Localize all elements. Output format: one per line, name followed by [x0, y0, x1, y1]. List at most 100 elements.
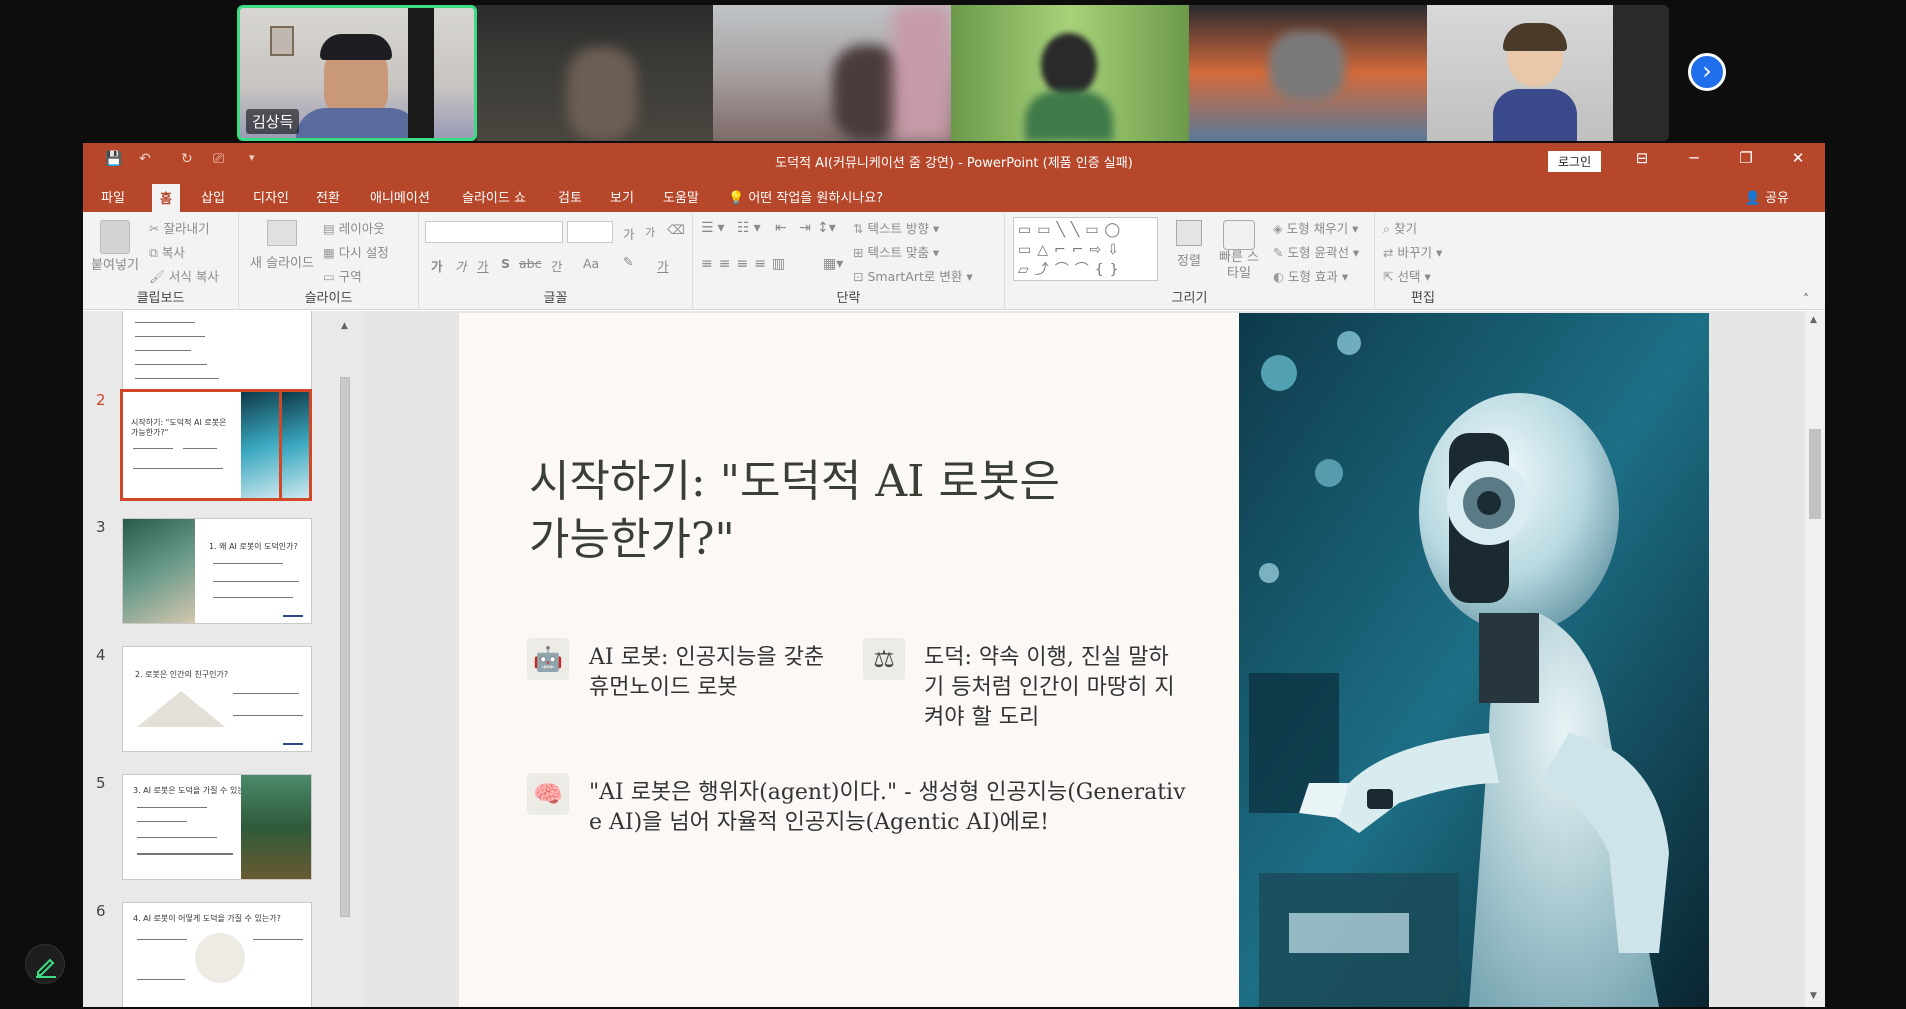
layout-button[interactable]: ▤ 레이아웃	[323, 218, 385, 237]
tab-help[interactable]: 도움말	[663, 187, 699, 206]
slide-thumbnail-3[interactable]: 1. 왜 AI 로봇이 도덕인가?	[122, 518, 312, 624]
shape-fill-button[interactable]: ◈ 도형 채우기 ▾	[1273, 218, 1358, 237]
smartart-button[interactable]: ⊡ SmartArt로 변환 ▾	[853, 266, 973, 285]
video-tile-5[interactable]	[1189, 5, 1427, 141]
powerpoint-window: 💾 ↶ ↻ ⎚ ▾ 도덕적 AI(커뮤니케이션 줌 강연) - PowerPoi…	[83, 143, 1825, 1007]
tab-review[interactable]: 검토	[558, 187, 582, 206]
wall-frame	[270, 26, 294, 56]
scroll-up-icon[interactable]: ▲	[341, 321, 348, 331]
scrollbar-thumb[interactable]	[340, 377, 350, 917]
columns-icon[interactable]: ▦▾	[823, 256, 843, 272]
increase-font-button[interactable]: 가	[623, 224, 635, 243]
paste-button[interactable]: 붙여넣기	[87, 220, 143, 273]
italic-button[interactable]: 가	[455, 256, 467, 275]
login-button[interactable]: 로그인	[1548, 151, 1602, 172]
bold-button[interactable]: 가	[431, 256, 443, 275]
tab-file[interactable]: 파일	[101, 187, 125, 206]
shape-outline-button[interactable]: ✎ 도형 윤곽선 ▾	[1273, 242, 1359, 261]
text-line	[135, 322, 195, 323]
change-case-button[interactable]: Aa	[583, 256, 599, 271]
new-slide-button[interactable]: 새 슬라이드	[245, 220, 319, 271]
slide-thumbnail-5[interactable]: 3. AI 로봇은 도덕을 가질 수 있는가?	[122, 774, 312, 880]
tab-slide-show[interactable]: 슬라이드 쇼	[462, 187, 526, 206]
arrange-button[interactable]: 정렬	[1169, 220, 1209, 269]
strikethrough-icon[interactable]: abc	[519, 256, 541, 271]
align-icons[interactable]: ≡≡≡≡▥	[701, 256, 791, 272]
select-button[interactable]: ⇱ 선택 ▾	[1383, 266, 1431, 285]
char-spacing-button[interactable]: 간	[551, 256, 563, 275]
slide-thumbnail-2[interactable]: 시작하기: "도덕적 AI 로봇은 가능한가?"	[120, 389, 282, 501]
tab-design[interactable]: 디자인	[253, 187, 289, 206]
find-button[interactable]: ⌕ 찾기	[1383, 218, 1417, 237]
text-line	[137, 853, 233, 855]
feature-ai-robot[interactable]: AI 로봇: 인공지능을 갖춘 휴먼노이드 로봇	[589, 643, 839, 703]
thumbnail-scrollbar[interactable]: ▲	[337, 321, 353, 921]
font-name-combo[interactable]	[425, 221, 563, 243]
video-tile-6[interactable]	[1427, 5, 1613, 141]
feature-morality[interactable]: 도덕: 약속 이행, 진실 말하기 등처럼 인간이 마땅히 지켜야 할 도리	[924, 643, 1184, 733]
indent-icons[interactable]: ⇤ ⇥	[775, 220, 815, 236]
tab-animations[interactable]: 애니메이션	[370, 187, 430, 206]
share-button[interactable]: 👤 공유	[1745, 187, 1789, 206]
next-page-button[interactable]: ›	[1688, 53, 1726, 91]
shapes-gallery[interactable]: ▭▭╲╲▭◯ ▭△⌐⌐⇨⇩ ▱⤴⌒⌒{}	[1013, 217, 1158, 281]
replace-button[interactable]: ⇄ 바꾸기 ▾	[1383, 242, 1442, 261]
copy-button[interactable]: ⧉ 복사	[149, 242, 185, 261]
ribbon-display-icon[interactable]: ⊟	[1627, 149, 1657, 167]
pyramid-diagram	[137, 691, 225, 727]
video-tile-3[interactable]	[713, 5, 951, 141]
text-direction-button[interactable]: ⇅ 텍스트 방향 ▾	[853, 218, 939, 237]
bullets-icon[interactable]: ☰▾ ☷▾	[701, 220, 765, 236]
scrollbar-thumb[interactable]	[1809, 429, 1821, 519]
scissors-icon: ✂	[149, 221, 160, 236]
underline-button[interactable]: 가	[477, 256, 489, 275]
text-line	[135, 336, 205, 337]
format-painter-button[interactable]: 🖌 서식 복사	[149, 266, 219, 285]
vertical-scrollbar[interactable]: ▲ ▼	[1805, 311, 1825, 1007]
restore-button[interactable]: ❐	[1731, 149, 1761, 167]
participant-blur	[567, 47, 637, 141]
cut-button[interactable]: ✂ 잘라내기	[149, 218, 209, 237]
group-label: 클립보드	[136, 291, 185, 306]
tab-transitions[interactable]: 전환	[316, 187, 340, 206]
decrease-font-button[interactable]: 가	[645, 224, 655, 240]
collapse-ribbon-icon[interactable]: ˄	[1803, 292, 1809, 306]
clear-format-icon[interactable]: ⌫	[667, 222, 685, 237]
quick-styles-button[interactable]: 빠른 스타일	[1215, 220, 1263, 282]
feature-agent[interactable]: "AI 로봇은 행위자(agent)이다." - 생성형 인공지능(Genera…	[589, 778, 1189, 838]
text-line	[135, 364, 207, 365]
line-spacing-icon[interactable]: ↕▾	[817, 220, 836, 236]
group-label: 편집	[1411, 291, 1435, 306]
group-label: 단락	[836, 291, 861, 306]
scroll-down-icon[interactable]: ▼	[1810, 991, 1817, 1001]
cut-label: 잘라내기	[163, 221, 210, 236]
font-size-combo[interactable]	[567, 221, 613, 243]
replace-icon: ⇄	[1383, 245, 1394, 260]
shape-effects-button[interactable]: ◐ 도형 효과 ▾	[1273, 266, 1348, 285]
highlight-icon[interactable]: ✎	[623, 254, 633, 269]
minimize-button[interactable]: ─	[1679, 149, 1709, 167]
shadow-button[interactable]: S	[501, 256, 510, 271]
video-tile-2[interactable]	[477, 5, 713, 141]
video-tile-4[interactable]	[951, 5, 1189, 141]
scroll-up-icon[interactable]: ▲	[1810, 315, 1817, 325]
video-tile-speaker[interactable]: 김상득	[237, 5, 477, 141]
close-button[interactable]: ✕	[1783, 149, 1813, 167]
tab-view[interactable]: 보기	[610, 187, 634, 206]
section-button[interactable]: ▭ 구역	[323, 266, 362, 285]
quick-styles-label: 빠른 스타일	[1219, 250, 1260, 281]
slide-title[interactable]: 시작하기: "도덕적 AI 로봇은 가능한가?"	[529, 453, 1089, 569]
text-line	[183, 448, 217, 449]
text-line	[137, 821, 187, 822]
tell-me-search[interactable]: 💡 어떤 작업을 원하시나요?	[728, 187, 883, 206]
slide-thumbnail-4[interactable]: 2. 로봇은 인간의 친구인가?	[122, 646, 312, 752]
font-color-button[interactable]: 가	[657, 256, 669, 275]
tab-home[interactable]: 홈	[152, 184, 180, 215]
annotate-button[interactable]	[25, 944, 65, 984]
slide-thumbnail-6[interactable]: 4. AI 로봇이 어떻게 도덕을 가질 수 있는가?	[122, 902, 312, 1007]
align-text-button[interactable]: ⊞ 텍스트 맞춤 ▾	[853, 242, 939, 261]
text-line	[137, 837, 217, 838]
slide-canvas[interactable]: 시작하기: "도덕적 AI 로봇은 가능한가?" 🤖 AI 로봇: 인공지능을 …	[459, 313, 1709, 1007]
reset-button[interactable]: ▦ 다시 설정	[323, 242, 389, 261]
tab-insert[interactable]: 삽입	[201, 187, 225, 206]
